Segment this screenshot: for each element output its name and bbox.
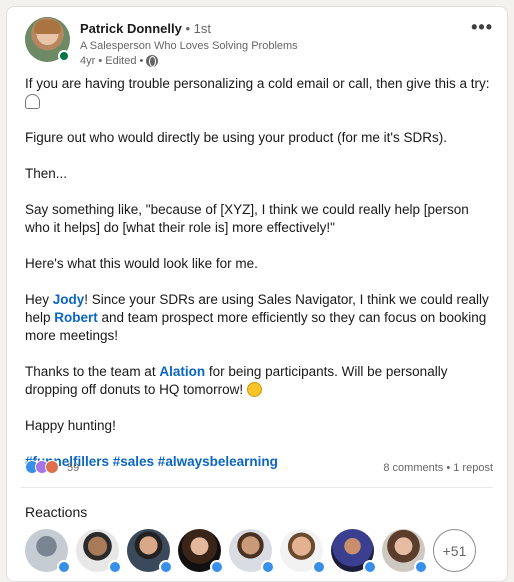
ghost-emoji-icon xyxy=(25,94,40,109)
like-badge-icon xyxy=(414,560,428,574)
author-headline: A Salesperson Who Loves Solving Problems xyxy=(80,40,298,52)
reactor-avatar[interactable] xyxy=(178,529,224,574)
post-header: Patrick Donnelly • 1st A Salesperson Who… xyxy=(25,17,497,67)
reactor-avatar[interactable] xyxy=(25,529,71,574)
reactors-list: +51 xyxy=(25,529,476,574)
reactor-avatar[interactable] xyxy=(382,529,428,574)
author-name-line: Patrick Donnelly • 1st xyxy=(80,21,211,36)
post-paragraph: Happy hunting! xyxy=(25,418,116,433)
love-reaction-icon xyxy=(45,460,59,474)
reactor-avatar[interactable] xyxy=(127,529,173,574)
like-badge-icon xyxy=(57,560,71,574)
comments-reposts-count[interactable]: 8 comments • 1 repost xyxy=(383,462,493,474)
reaction-count[interactable]: 59 xyxy=(67,462,79,474)
mention-alation[interactable]: Alation xyxy=(159,364,205,379)
like-badge-icon xyxy=(210,560,224,574)
reactor-avatar[interactable] xyxy=(280,529,326,574)
mention-robert[interactable]: Robert xyxy=(54,310,98,325)
post-meta: 4yr • Edited • xyxy=(80,55,159,67)
like-badge-icon xyxy=(159,560,173,574)
like-badge-icon xyxy=(312,560,326,574)
post-body: If you are having trouble personalizing … xyxy=(25,75,495,489)
post-paragraph: Figure out who would directly be using y… xyxy=(25,130,448,145)
post-paragraph: Here's what this would look like for me. xyxy=(25,256,258,271)
post-paragraph: Say something like, "because of [XYZ], I… xyxy=(25,202,469,235)
post-card: Patrick Donnelly • 1st A Salesperson Who… xyxy=(6,6,508,582)
reactor-avatar[interactable] xyxy=(76,529,122,574)
smile-emoji-icon xyxy=(246,382,262,397)
ellipsis-icon[interactable]: ••• xyxy=(471,17,493,38)
connection-degree: • 1st xyxy=(181,21,211,36)
mention-jody[interactable]: Jody xyxy=(53,292,85,307)
more-reactors-button[interactable]: +51 xyxy=(433,529,476,572)
online-status-icon xyxy=(58,50,70,62)
reactor-avatar[interactable] xyxy=(331,529,377,574)
globe-icon xyxy=(146,55,159,67)
reactor-avatar[interactable] xyxy=(229,529,275,574)
author-name[interactable]: Patrick Donnelly xyxy=(80,21,182,36)
like-badge-icon xyxy=(363,560,377,574)
reaction-icons[interactable] xyxy=(25,460,59,474)
like-badge-icon xyxy=(261,560,275,574)
post-paragraph: Thanks to the team at Alation for being … xyxy=(25,364,448,397)
post-paragraph: If you are having trouble personalizing … xyxy=(25,75,495,111)
divider xyxy=(21,487,493,488)
reactions-title: Reactions xyxy=(25,504,88,520)
post-paragraph: Hey Jody! Since your SDRs are using Sale… xyxy=(25,292,489,343)
post-timestamp: 4yr • Edited • xyxy=(80,55,144,67)
social-counts: 59 8 comments • 1 repost xyxy=(25,459,493,477)
like-badge-icon xyxy=(108,560,122,574)
post-paragraph: Then... xyxy=(25,166,68,181)
